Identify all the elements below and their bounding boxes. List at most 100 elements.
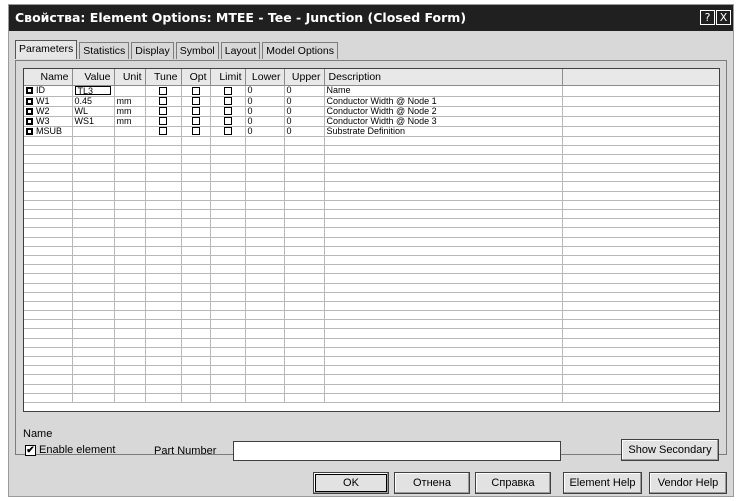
param-upper-cell[interactable]: 0	[284, 116, 325, 127]
help-button[interactable]: Справка	[475, 472, 551, 494]
param-description-cell[interactable]: Conductor Width @ Node 1	[324, 96, 563, 107]
limit-checkbox-cell[interactable]	[210, 106, 246, 117]
tune-checkbox[interactable]	[159, 127, 167, 135]
param-upper-cell[interactable]: 0	[284, 126, 325, 137]
param-extra-cell[interactable]	[562, 126, 719, 137]
opt-checkbox-cell[interactable]	[181, 116, 211, 127]
tune-checkbox-cell[interactable]	[145, 85, 182, 97]
parameters-grid[interactable]: Name Value Unit Tune Opt Limit Lower Upp…	[23, 68, 720, 412]
col-header-opt[interactable]: Opt	[181, 69, 211, 86]
table-row[interactable]: ID TL3 0 0 Name	[24, 85, 719, 97]
param-name-cell[interactable]: MSUB	[24, 126, 73, 137]
col-header-lower[interactable]: Lower	[245, 69, 285, 86]
col-header-unit[interactable]: Unit	[114, 69, 146, 86]
tune-checkbox-cell[interactable]	[145, 96, 182, 107]
tune-checkbox-cell[interactable]	[145, 116, 182, 127]
tab-symbol[interactable]: Symbol	[175, 42, 219, 59]
col-header-tune[interactable]: Tune	[145, 69, 182, 86]
param-value-cell[interactable]: 0.45	[72, 96, 115, 107]
limit-checkbox-cell[interactable]	[210, 116, 246, 127]
tune-checkbox-cell[interactable]	[145, 106, 182, 117]
param-value-cell[interactable]	[72, 126, 115, 137]
opt-checkbox[interactable]	[191, 117, 200, 125]
param-unit-cell[interactable]: mm	[114, 106, 146, 117]
param-extra-cell[interactable]	[562, 96, 719, 107]
col-header-limit[interactable]: Limit	[210, 69, 246, 86]
param-description-cell[interactable]: Substrate Definition	[324, 126, 563, 137]
limit-checkbox[interactable]	[223, 107, 232, 115]
param-name-cell[interactable]: W2	[24, 106, 73, 117]
table-row[interactable]: W2 WL mm 0 0 Conductor Width @ Node 2	[24, 106, 719, 117]
param-lower-cell[interactable]: 0	[245, 116, 285, 127]
tab-parameters[interactable]: Parameters	[15, 40, 78, 59]
param-lower-cell[interactable]: 0	[245, 106, 285, 117]
opt-checkbox-cell[interactable]	[181, 96, 211, 107]
tune-checkbox[interactable]	[159, 86, 167, 95]
param-value-cell[interactable]: WS1	[72, 116, 115, 127]
table-row[interactable]: W1 0.45 mm 0 0 Conductor Width @ Node 1	[24, 96, 719, 107]
param-lower-cell[interactable]: 0	[245, 126, 285, 137]
limit-checkbox-cell[interactable]	[210, 96, 246, 107]
tab-display[interactable]: Display	[131, 42, 174, 59]
limit-checkbox[interactable]	[223, 97, 232, 105]
tune-checkbox[interactable]	[159, 97, 167, 105]
col-header-value[interactable]: Value	[72, 69, 115, 86]
help-icon[interactable]: ?	[700, 10, 715, 25]
table-row[interactable]: MSUB 0 0 Substrate Definition	[24, 126, 719, 137]
enable-element-checkbox[interactable]: ✔ Enable element	[25, 444, 115, 456]
empty-cell	[324, 283, 563, 293]
col-header-upper[interactable]: Upper	[284, 69, 325, 86]
param-extra-cell[interactable]	[562, 116, 719, 127]
element-help-button[interactable]: Element Help	[563, 472, 642, 494]
cancel-button[interactable]: Отнена	[394, 472, 470, 494]
param-upper-cell[interactable]: 0	[284, 96, 325, 107]
param-name-cell[interactable]: W1	[24, 96, 73, 107]
param-value-cell[interactable]: WL	[72, 106, 115, 117]
part-number-input[interactable]	[233, 441, 561, 461]
param-lower-cell[interactable]: 0	[245, 85, 285, 97]
col-header-name[interactable]: Name	[24, 69, 73, 86]
opt-checkbox-cell[interactable]	[181, 126, 211, 137]
show-secondary-button[interactable]: Show Secondary	[621, 439, 719, 461]
param-unit-cell[interactable]: mm	[114, 116, 146, 127]
param-description-cell[interactable]: Name	[324, 85, 563, 97]
limit-checkbox[interactable]	[223, 86, 232, 95]
empty-cell	[284, 136, 325, 146]
opt-checkbox[interactable]	[191, 107, 200, 115]
param-name-cell[interactable]: W3	[24, 116, 73, 127]
param-upper-cell[interactable]: 0	[284, 85, 325, 97]
param-unit-cell[interactable]	[114, 126, 146, 137]
opt-checkbox[interactable]	[191, 127, 200, 135]
param-value-cell[interactable]: TL3	[72, 85, 115, 97]
tab-layout[interactable]: Layout	[220, 42, 261, 59]
tab-statistics[interactable]: Statistics	[79, 42, 130, 59]
opt-checkbox[interactable]	[191, 97, 200, 105]
limit-checkbox[interactable]	[223, 127, 232, 135]
param-lower-cell[interactable]: 0	[245, 96, 285, 107]
param-unit-cell[interactable]: mm	[114, 96, 146, 107]
param-extra-cell[interactable]	[562, 106, 719, 117]
close-icon[interactable]: X	[716, 10, 731, 25]
param-upper-cell[interactable]: 0	[284, 106, 325, 117]
ok-button[interactable]: OK	[313, 472, 389, 494]
param-unit-cell[interactable]	[114, 85, 146, 97]
param-name-cell[interactable]: ID	[24, 85, 73, 97]
vendor-help-button[interactable]: Vendor Help	[649, 472, 727, 494]
col-header-description[interactable]: Description	[324, 69, 563, 86]
param-description-cell[interactable]: Conductor Width @ Node 3	[324, 116, 563, 127]
table-row[interactable]: W3 WS1 mm 0 0 Conductor Width @ Node 3	[24, 116, 719, 127]
param-extra-cell[interactable]	[562, 85, 719, 97]
limit-checkbox-cell[interactable]	[210, 126, 246, 137]
tune-checkbox[interactable]	[159, 117, 167, 125]
tune-checkbox-cell[interactable]	[145, 126, 182, 137]
checkbox-checked-icon[interactable]: ✔	[25, 444, 36, 456]
limit-checkbox-cell[interactable]	[210, 85, 246, 97]
limit-checkbox[interactable]	[223, 117, 232, 125]
param-description-cell[interactable]: Conductor Width @ Node 2	[324, 106, 563, 117]
tune-checkbox[interactable]	[159, 107, 167, 115]
opt-checkbox[interactable]	[191, 86, 200, 95]
param-value-edit[interactable]: TL3	[74, 85, 111, 95]
tab-model-options[interactable]: Model Options	[262, 42, 338, 59]
opt-checkbox-cell[interactable]	[181, 85, 211, 97]
opt-checkbox-cell[interactable]	[181, 106, 211, 117]
